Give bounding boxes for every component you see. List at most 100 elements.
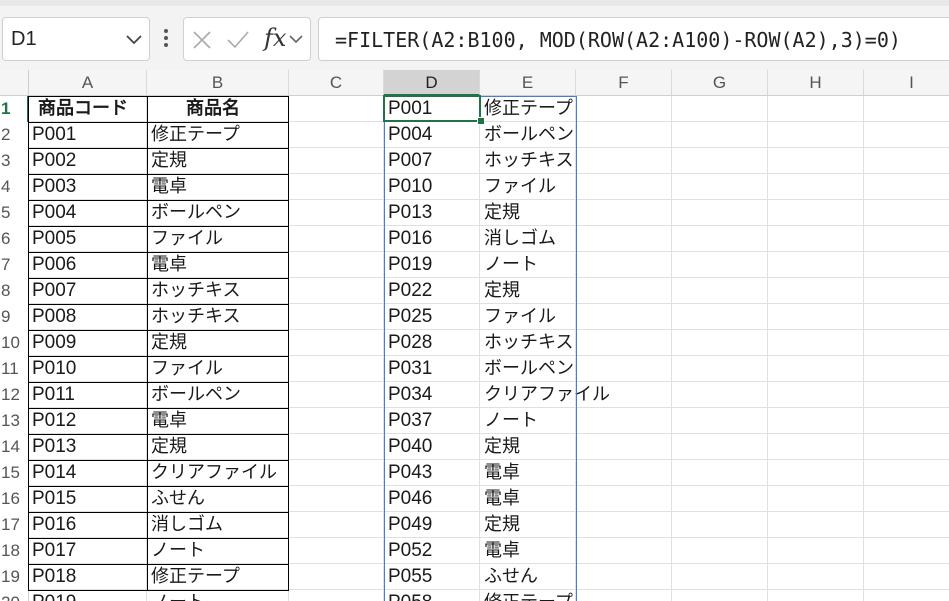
table-row-border <box>28 200 289 201</box>
cell-product-code[interactable]: P008 <box>32 304 76 330</box>
row-header-19[interactable]: 19 <box>0 564 29 590</box>
table-row-border <box>28 512 289 513</box>
header-product-code[interactable]: 商品コード <box>38 96 128 122</box>
cell-product-name[interactable]: ファイル <box>151 226 223 252</box>
cell-product-name[interactable]: 電卓 <box>151 174 187 200</box>
row-header-1[interactable]: 1 <box>0 96 29 122</box>
table-row-border <box>28 590 289 591</box>
column-header-g[interactable]: G <box>672 70 768 96</box>
cell-product-name[interactable]: ボールペン <box>151 382 241 408</box>
table-border-left <box>28 96 29 590</box>
cell-product-name[interactable]: 定規 <box>151 330 187 356</box>
cell-product-name[interactable]: ボールペン <box>151 200 241 226</box>
row-header-18[interactable]: 18 <box>0 538 29 564</box>
formula-controls: fx <box>183 17 311 61</box>
table-row-border <box>28 382 289 383</box>
more-options-icon[interactable] <box>163 28 169 48</box>
cell-product-code[interactable]: P004 <box>32 200 76 226</box>
row-header-2[interactable]: 2 <box>0 122 29 148</box>
column-header-a[interactable]: A <box>29 70 147 96</box>
table-border-right <box>288 96 289 590</box>
cell-product-code[interactable]: P011 <box>32 382 75 408</box>
table-row-border <box>28 434 289 435</box>
formula-bar[interactable]: =FILTER(A2:B100, MOD(ROW(A2:A100)-ROW(A2… <box>318 17 949 61</box>
cell-product-code[interactable]: P016 <box>32 512 76 538</box>
cell-product-code[interactable]: P019 <box>32 590 76 601</box>
insert-function-button[interactable]: fx <box>264 24 286 52</box>
row-header-16[interactable]: 16 <box>0 486 29 512</box>
chevron-down-icon[interactable] <box>125 32 143 46</box>
cell-product-code[interactable]: P002 <box>32 148 76 174</box>
chevron-down-icon[interactable] <box>288 33 304 45</box>
enter-check-icon[interactable] <box>226 30 250 50</box>
cell-product-name[interactable]: ノート <box>151 538 205 564</box>
cell-product-code[interactable]: P018 <box>32 564 76 590</box>
cell-product-name[interactable]: ホッチキス <box>151 278 240 304</box>
column-header-d[interactable]: D <box>384 70 480 96</box>
row-header-12[interactable]: 12 <box>0 382 29 408</box>
column-header-i[interactable]: I <box>864 70 949 96</box>
cell-product-code[interactable]: P015 <box>32 486 76 512</box>
row-header-11[interactable]: 11 <box>0 356 29 382</box>
cell-product-code[interactable]: P005 <box>32 226 76 252</box>
cell-product-code[interactable]: P006 <box>32 252 76 278</box>
cell-product-code[interactable]: P007 <box>32 278 76 304</box>
row-header-7[interactable]: 7 <box>0 252 29 278</box>
cell-product-name[interactable]: 電卓 <box>151 408 187 434</box>
cell-product-name[interactable]: ふせん <box>151 486 205 512</box>
cancel-icon[interactable] <box>192 30 212 50</box>
row-header-20[interactable]: 20 <box>0 590 29 601</box>
name-box[interactable]: D1 <box>2 17 150 61</box>
cell-product-code[interactable]: P017 <box>32 538 76 564</box>
column-header-b[interactable]: B <box>147 70 289 96</box>
cell-product-name[interactable]: ホッチキス <box>151 304 240 330</box>
fill-handle[interactable] <box>477 117 485 125</box>
table-row-border <box>28 278 289 279</box>
row-header-13[interactable]: 13 <box>0 408 29 434</box>
table-row-border <box>28 460 289 461</box>
row-header-15[interactable]: 15 <box>0 460 29 486</box>
table-row-border <box>28 122 289 123</box>
column-header-e[interactable]: E <box>480 70 576 96</box>
row-header-10[interactable]: 10 <box>0 330 29 356</box>
row-header-3[interactable]: 3 <box>0 148 29 174</box>
table-row-border <box>28 226 289 227</box>
header-product-name[interactable]: 商品名 <box>186 96 240 122</box>
row-header-14[interactable]: 14 <box>0 434 29 460</box>
table-row-border <box>28 304 289 305</box>
column-header-h[interactable]: H <box>768 70 864 96</box>
cell-product-code[interactable]: P013 <box>32 434 76 460</box>
cell-product-name[interactable]: 修正テープ <box>151 564 240 590</box>
table-row-border <box>28 252 289 253</box>
table-row-border <box>28 538 289 539</box>
cell-product-code[interactable]: P003 <box>32 174 76 200</box>
row-header-4[interactable]: 4 <box>0 174 29 200</box>
row-header-9[interactable]: 9 <box>0 304 29 330</box>
cell-product-name[interactable]: ノート <box>151 590 205 601</box>
cell-product-code[interactable]: P009 <box>32 330 76 356</box>
formula-text[interactable]: =FILTER(A2:B100, MOD(ROW(A2:A100)-ROW(A2… <box>335 28 901 52</box>
cell-product-name[interactable]: 定規 <box>151 148 187 174</box>
table-row-border <box>28 408 289 409</box>
cell-product-code[interactable]: P012 <box>32 408 76 434</box>
column-header-f[interactable]: F <box>576 70 672 96</box>
select-all-corner[interactable] <box>0 70 29 96</box>
cell-product-code[interactable]: P014 <box>32 460 76 486</box>
row-header-6[interactable]: 6 <box>0 226 29 252</box>
worksheet-grid[interactable]: ABCDEFGHI1234567891011121314151617181920… <box>0 70 949 601</box>
table-border-mid <box>147 96 148 590</box>
cell-product-name[interactable]: 修正テープ <box>151 122 240 148</box>
cell-product-name[interactable]: クリアファイル <box>151 460 277 486</box>
table-row-border <box>28 330 289 331</box>
cell-product-name[interactable]: 電卓 <box>151 252 187 278</box>
cell-product-code[interactable]: P010 <box>32 356 76 382</box>
cell-product-name[interactable]: 定規 <box>151 434 187 460</box>
row-header-17[interactable]: 17 <box>0 512 29 538</box>
active-cell-d1[interactable] <box>383 95 481 122</box>
row-header-8[interactable]: 8 <box>0 278 29 304</box>
cell-product-code[interactable]: P001 <box>32 122 76 148</box>
column-header-c[interactable]: C <box>289 70 384 96</box>
cell-product-name[interactable]: ファイル <box>151 356 223 382</box>
cell-product-name[interactable]: 消しゴム <box>151 512 223 538</box>
row-header-5[interactable]: 5 <box>0 200 29 226</box>
